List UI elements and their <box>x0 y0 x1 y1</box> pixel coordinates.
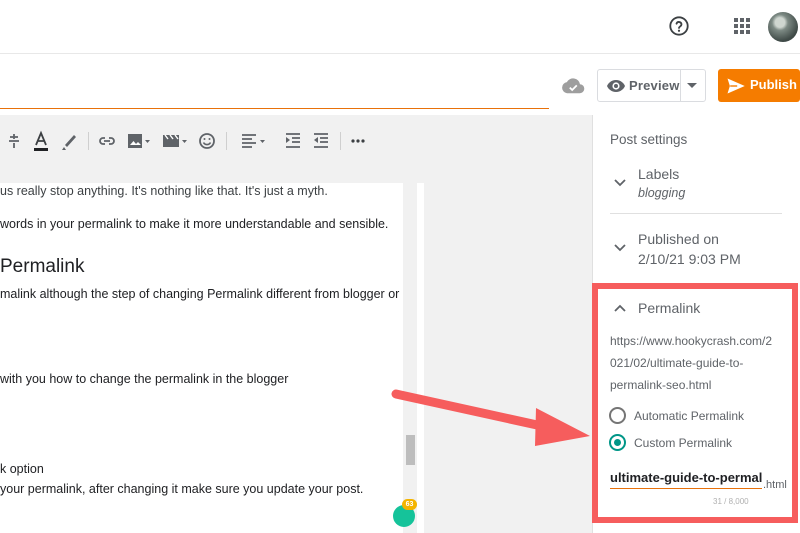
permalink-char-count: 31 / 8,000 <box>713 497 749 506</box>
chevron-down-icon[interactable] <box>614 244 626 252</box>
annotation-arrow-icon <box>391 389 590 446</box>
permalink-url: permalink-seo.html <box>610 378 712 392</box>
publish-button[interactable]: Publish <box>718 69 800 102</box>
grammarly-count-badge: 63 <box>402 499 417 510</box>
formatting-toolbar <box>0 126 592 156</box>
text-color-icon[interactable] <box>33 130 49 152</box>
post-settings-title: Post settings <box>610 132 688 147</box>
section-heading: Permalink <box>0 256 85 277</box>
paragraph-line: words in your permalink to make it more … <box>0 217 389 231</box>
align-icon[interactable] <box>240 130 268 152</box>
labels-section-title[interactable]: Labels <box>638 166 679 182</box>
image-icon[interactable] <box>127 130 151 152</box>
help-circle-icon[interactable] <box>668 15 690 37</box>
published-section-title[interactable]: Published on <box>638 231 719 247</box>
permalink-url: https://www.hookycrash.com/2 <box>610 334 773 348</box>
emoji-icon[interactable] <box>198 130 216 152</box>
automatic-permalink-radio[interactable] <box>609 407 626 424</box>
chevron-down-icon[interactable] <box>686 82 698 90</box>
toolbar-divider <box>226 132 227 150</box>
indent-icon[interactable] <box>284 130 302 152</box>
cloud-done-icon <box>562 78 585 94</box>
link-icon[interactable] <box>98 130 116 152</box>
strikethrough-icon[interactable] <box>6 130 22 152</box>
permalink-url: 021/02/ultimate-guide-to- <box>610 356 744 370</box>
more-icon[interactable] <box>350 130 366 152</box>
paragraph-line: malink although the step of changing Per… <box>0 287 400 301</box>
post-title-input[interactable] <box>0 108 549 109</box>
permalink-section-title[interactable]: Permalink <box>638 300 700 316</box>
apps-grid-icon[interactable] <box>733 17 751 35</box>
preview-label: Preview <box>629 78 680 93</box>
toolbar-divider <box>88 132 89 150</box>
labels-value: blogging <box>638 186 686 200</box>
toolbar-divider <box>340 132 341 150</box>
custom-permalink-label[interactable]: Custom Permalink <box>634 436 732 450</box>
chevron-up-icon[interactable] <box>614 304 626 312</box>
published-date: 2/10/21 9:03 PM <box>638 251 741 267</box>
preview-button[interactable]: Preview <box>597 69 706 102</box>
paragraph-line: with you how to change the permalink in … <box>0 372 289 386</box>
paragraph-line: k option <box>0 462 44 476</box>
custom-permalink-radio[interactable] <box>609 434 626 451</box>
user-avatar[interactable] <box>768 12 798 42</box>
paragraph-line: us really stop anything. It's nothing li… <box>0 184 328 198</box>
eye-icon <box>607 80 625 92</box>
automatic-permalink-label[interactable]: Automatic Permalink <box>634 409 744 423</box>
preview-divider <box>680 70 681 101</box>
post-body-editor[interactable]: us really stop anything. It's nothing li… <box>0 183 424 533</box>
permalink-suffix: .html <box>763 479 787 491</box>
highlight-icon[interactable] <box>60 130 78 152</box>
editor-scrollbar[interactable] <box>403 183 417 533</box>
video-icon[interactable] <box>162 130 188 152</box>
outdent-icon[interactable] <box>312 130 330 152</box>
chevron-down-icon[interactable] <box>614 179 626 187</box>
top-bar <box>0 0 800 54</box>
paragraph-line: your permalink, after changing it make s… <box>0 482 364 496</box>
sidebar-divider <box>610 213 782 214</box>
send-icon <box>727 78 745 94</box>
custom-permalink-input[interactable] <box>610 467 762 489</box>
publish-label: Publish <box>750 77 797 92</box>
